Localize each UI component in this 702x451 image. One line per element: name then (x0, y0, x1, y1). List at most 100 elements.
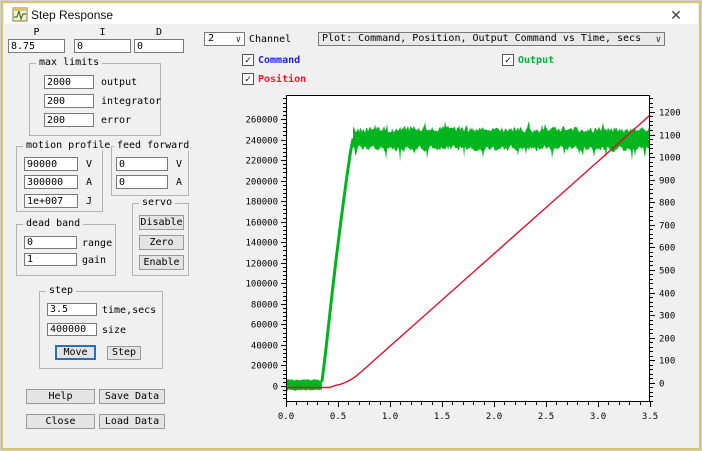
step-size-label: size (102, 325, 126, 336)
svg-text:80000: 80000 (251, 301, 278, 311)
window-title: Step Response (31, 8, 113, 22)
svg-text:40000: 40000 (251, 342, 278, 352)
svg-text:2.5: 2.5 (538, 412, 554, 422)
step-time-label: time,secs (102, 305, 156, 316)
output-checkbox-label: Output (518, 55, 554, 66)
step-time-input[interactable] (47, 303, 97, 316)
step-response-chart: 0 20000 40000 60000 80000 100000 120000 140000 1… (241, 89, 702, 439)
ff-a-label: A (176, 177, 182, 188)
svg-text:3.5: 3.5 (642, 412, 658, 422)
chevron-down-icon: ∨ (656, 34, 661, 46)
profile-a-label: A (86, 177, 92, 188)
svg-text:180000: 180000 (245, 198, 278, 208)
svg-text:0.5: 0.5 (330, 412, 346, 422)
svg-text:1200: 1200 (659, 109, 681, 119)
feed-forward-title: feed forward (114, 140, 192, 151)
ff-v-label: V (176, 159, 182, 170)
svg-text:60000: 60000 (251, 321, 278, 331)
max-integrator-input[interactable] (44, 94, 94, 108)
dead-band-title: dead band (23, 218, 83, 229)
ff-a-input[interactable] (116, 175, 168, 189)
svg-text:20000: 20000 (251, 362, 278, 372)
svg-text:2.0: 2.0 (486, 412, 502, 422)
save-data-button[interactable]: Save Data (99, 389, 165, 404)
step-group: step time,secs size Move Step (39, 291, 163, 369)
svg-text:3.0: 3.0 (590, 412, 606, 422)
svg-text:700: 700 (659, 222, 675, 232)
position-checkbox[interactable]: ✓ (242, 73, 254, 85)
close-button[interactable]: Close (26, 414, 95, 429)
motion-profile-title: motion profile (23, 140, 113, 151)
svg-text:160000: 160000 (245, 219, 278, 229)
svg-text:900: 900 (659, 177, 675, 187)
svg-text:0: 0 (659, 380, 664, 390)
servo-zero-button[interactable]: Zero (139, 235, 184, 250)
command-checkbox-label: Command (258, 55, 300, 66)
svg-text:240000: 240000 (245, 137, 278, 147)
profile-v-label: V (86, 159, 92, 170)
profile-j-input[interactable] (24, 194, 78, 208)
d-input[interactable] (134, 39, 184, 53)
max-output-label: output (101, 77, 137, 88)
svg-text:0: 0 (273, 383, 278, 393)
close-icon[interactable]: ✕ (659, 6, 693, 25)
dead-band-group: dead band range gain (16, 224, 116, 276)
d-label: D (134, 27, 184, 38)
svg-text:220000: 220000 (245, 157, 278, 167)
motion-profile-group: motion profile V A J (16, 146, 103, 212)
svg-text:400: 400 (659, 290, 675, 300)
servo-title: servo (139, 197, 175, 208)
ff-v-input[interactable] (116, 157, 168, 171)
chevron-down-icon: ∨ (236, 34, 241, 46)
svg-text:140000: 140000 (245, 239, 278, 249)
plot-select[interactable]: Plot: Command, Position, Output Command … (318, 32, 665, 46)
app-icon (12, 7, 28, 23)
profile-j-label: J (86, 196, 92, 207)
svg-text:600: 600 (659, 244, 675, 254)
svg-text:1.0: 1.0 (382, 412, 398, 422)
step-button[interactable]: Step (107, 346, 141, 360)
p-label: P (8, 27, 65, 38)
feed-forward-group: feed forward V A (111, 146, 189, 196)
help-button[interactable]: Help (26, 389, 95, 404)
svg-text:200: 200 (659, 335, 675, 345)
load-data-button[interactable]: Load Data (99, 414, 165, 429)
svg-text:300: 300 (659, 312, 675, 322)
deadband-gain-label: gain (82, 255, 106, 266)
profile-a-input[interactable] (24, 175, 78, 189)
svg-text:800: 800 (659, 199, 675, 209)
svg-text:120000: 120000 (245, 260, 278, 270)
deadband-gain-input[interactable] (24, 253, 77, 266)
svg-text:1100: 1100 (659, 132, 681, 142)
channel-value: 2 (208, 33, 214, 44)
move-button[interactable]: Move (55, 345, 96, 360)
deadband-range-label: range (82, 238, 112, 249)
p-input[interactable] (8, 39, 65, 53)
position-checkbox-label: Position (258, 74, 306, 85)
command-checkbox[interactable]: ✓ (242, 54, 254, 66)
step-size-input[interactable] (47, 323, 97, 336)
svg-text:1000: 1000 (659, 154, 681, 164)
max-integrator-label: integrator (101, 96, 161, 107)
svg-text:100000: 100000 (245, 280, 278, 290)
max-error-input[interactable] (44, 113, 94, 127)
deadband-range-input[interactable] (24, 236, 77, 249)
i-label: I (74, 27, 131, 38)
channel-select[interactable]: 2 ∨ (204, 32, 245, 46)
i-input[interactable] (74, 39, 131, 53)
servo-enable-button[interactable]: Enable (139, 255, 184, 270)
step-title: step (46, 285, 76, 296)
plot-select-value: Plot: Command, Position, Output Command … (322, 33, 641, 44)
max-output-input[interactable] (44, 75, 94, 89)
servo-group: servo Disable Zero Enable (132, 203, 189, 276)
servo-disable-button[interactable]: Disable (139, 215, 184, 230)
svg-text:100: 100 (659, 357, 675, 367)
output-checkbox[interactable]: ✓ (502, 54, 514, 66)
channel-label: Channel (249, 34, 291, 45)
step-response-window: Step Response ✕ P I D max limits output … (0, 0, 702, 451)
profile-v-input[interactable] (24, 157, 78, 171)
title-bar: Step Response ✕ (4, 4, 698, 24)
svg-text:200000: 200000 (245, 178, 278, 188)
max-limits-group: max limits output integrator error (29, 63, 161, 136)
svg-text:1.5: 1.5 (434, 412, 450, 422)
